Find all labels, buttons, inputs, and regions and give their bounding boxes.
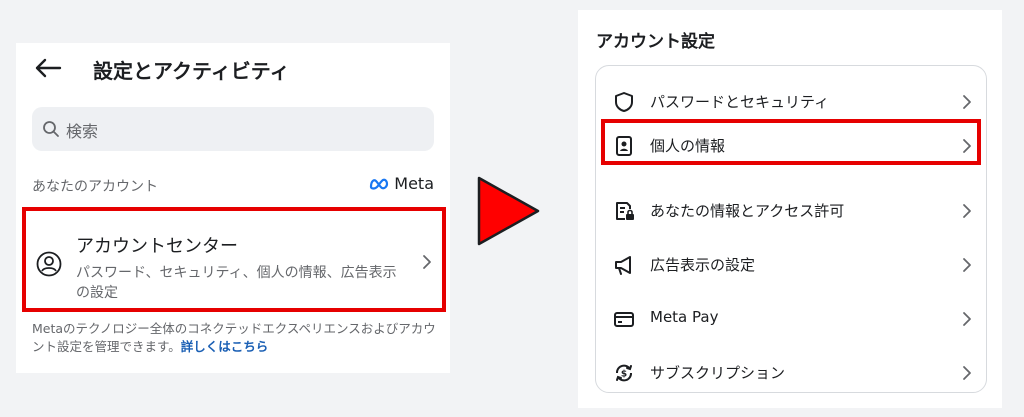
chevron-right-icon bbox=[963, 366, 971, 380]
settings-item-label: Meta Pay bbox=[650, 308, 719, 326]
settings-item-ad-preferences[interactable]: 広告表示の設定 bbox=[596, 238, 986, 292]
settings-item-label: パスワードとセキュリティ bbox=[650, 93, 830, 111]
settings-item-subscriptions[interactable]: $ サブスクリプション bbox=[596, 346, 986, 400]
account-center-subtitle: パスワード、セキュリティ、個人の情報、広告表示の設定 bbox=[76, 265, 397, 301]
settings-item-label: 広告表示の設定 bbox=[650, 256, 756, 274]
settings-item-label: 個人の情報 bbox=[650, 137, 726, 155]
search-input[interactable]: 検索 bbox=[32, 107, 434, 151]
settings-item-label: あなたの情報とアクセス許可 bbox=[650, 202, 845, 220]
account-settings-panel: アカウント設定 パスワードとセキュリティ 個人の情報 あなたの情報とアクセス許可… bbox=[578, 10, 1002, 408]
search-icon bbox=[43, 121, 59, 137]
meta-infinity-icon bbox=[370, 178, 389, 190]
account-settings-list: パスワードとセキュリティ 個人の情報 あなたの情報とアクセス許可 広告表示の設定… bbox=[595, 65, 987, 393]
megaphone-icon bbox=[615, 256, 631, 275]
meta-brand-text: Meta bbox=[394, 174, 434, 193]
footer-note: Metaのテクノロジー全体のコネクテッドエクスペリエンスおよびアカウント設定を管… bbox=[32, 320, 442, 356]
subscription-icon: $ bbox=[616, 364, 632, 382]
account-circle-icon bbox=[36, 251, 62, 277]
settings-item-meta-pay[interactable]: Meta Pay bbox=[596, 292, 986, 346]
chevron-right-icon bbox=[423, 255, 431, 269]
shield-icon bbox=[615, 92, 633, 112]
chevron-right-icon bbox=[963, 312, 971, 326]
settings-activity-panel: 設定とアクティビティ 検索 あなたのアカウント Meta アカウントセンター パ… bbox=[16, 43, 450, 373]
chevron-right-icon bbox=[963, 139, 971, 153]
section-title: アカウント設定 bbox=[596, 32, 715, 52]
page-title: 設定とアクティビティ bbox=[93, 59, 290, 83]
settings-item-info-permissions[interactable]: あなたの情報とアクセス許可 bbox=[596, 184, 986, 238]
card-icon bbox=[614, 312, 634, 327]
svg-text:$: $ bbox=[621, 370, 627, 380]
settings-item-personal-info[interactable]: 個人の情報 bbox=[601, 119, 981, 165]
account-center-item[interactable]: アカウントセンター パスワード、セキュリティ、個人の情報、広告表示の設定 bbox=[22, 207, 446, 312]
settings-item-label: サブスクリプション bbox=[650, 364, 786, 382]
section-label: あなたのアカウント bbox=[32, 179, 158, 195]
back-arrow-icon[interactable] bbox=[34, 57, 62, 79]
account-center-title: アカウントセンター bbox=[76, 236, 238, 257]
chevron-right-icon bbox=[963, 204, 971, 218]
transition-arrow-icon bbox=[477, 176, 540, 246]
meta-logo: Meta bbox=[368, 174, 434, 193]
chevron-right-icon bbox=[963, 258, 971, 272]
search-placeholder: 検索 bbox=[66, 122, 99, 141]
id-card-icon bbox=[616, 136, 632, 156]
chevron-right-icon bbox=[963, 95, 971, 109]
info-lock-icon bbox=[616, 202, 634, 220]
learn-more-link[interactable]: 詳しくはこちら bbox=[181, 339, 269, 354]
